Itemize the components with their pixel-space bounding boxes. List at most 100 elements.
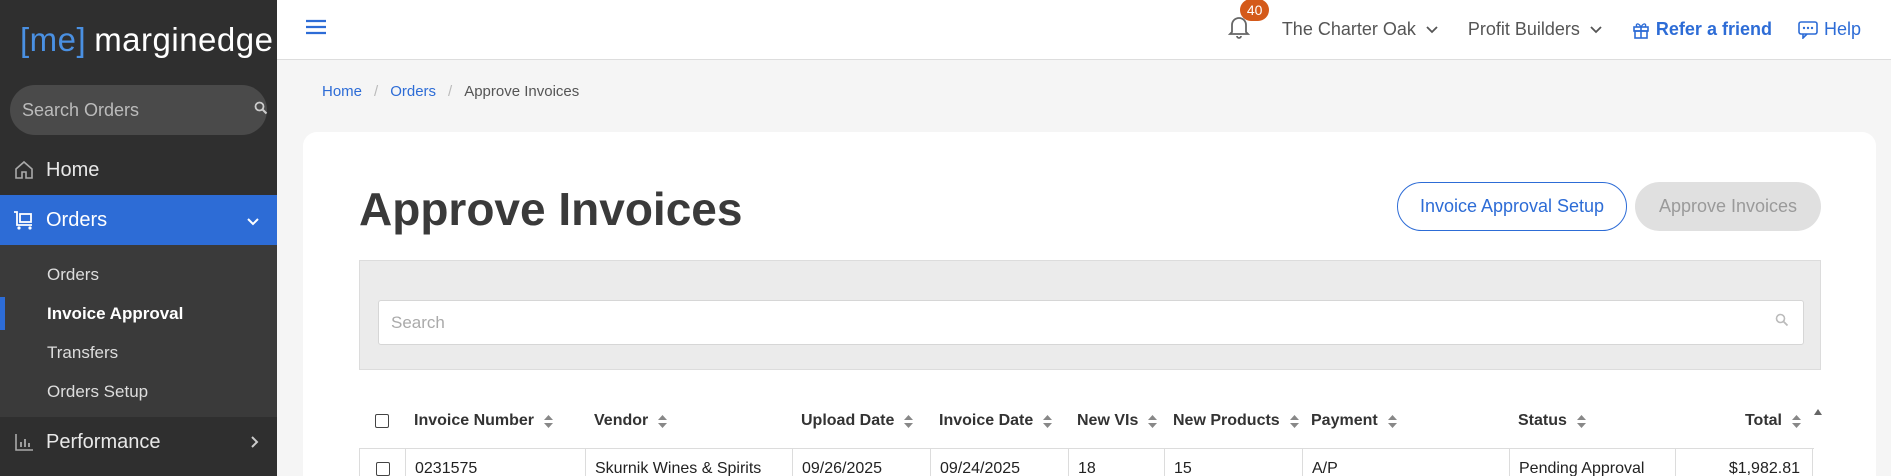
breadcrumb-separator: / — [448, 83, 453, 100]
cell-new-products: 15 — [1164, 449, 1302, 476]
refer-a-friend-link[interactable]: Refer a friend — [1632, 19, 1772, 40]
topbar-right: 40 The Charter Oak Profit Builders Refer… — [1227, 0, 1891, 59]
sort-icon[interactable] — [904, 414, 914, 428]
sidebar-search[interactable] — [10, 85, 268, 135]
sidebar-item-home[interactable]: Home — [0, 145, 277, 195]
home-icon — [12, 158, 36, 182]
filter-panel — [359, 260, 1821, 370]
invoices-table: Invoice Number Vendor Upload Date Invoic… — [359, 394, 1822, 476]
chevron-right-icon — [251, 431, 259, 454]
cell-upload-date: 09/26/2025 — [792, 449, 930, 476]
breadcrumb: Home / Orders / Approve Invoices — [322, 83, 579, 100]
invoice-approval-setup-button[interactable]: Invoice Approval Setup — [1397, 182, 1627, 231]
sidebar: [me]marginedge Home Orders Orders Invoic… — [0, 0, 277, 476]
cart-icon — [12, 208, 36, 232]
sort-icon[interactable] — [1043, 414, 1053, 428]
cell-new-vis: 18 — [1068, 449, 1164, 476]
cell-vendor: Skurnik Wines & Spirits — [585, 449, 792, 476]
sidebar-item-performance[interactable]: Performance — [0, 417, 277, 467]
row-select-cell — [359, 449, 405, 476]
header-label: Invoice Date — [939, 412, 1034, 429]
restaurant-dropdown[interactable]: The Charter Oak — [1282, 19, 1438, 40]
header-label: Invoice Number — [414, 412, 535, 429]
sort-icon[interactable] — [544, 414, 554, 428]
sort-icon[interactable] — [658, 414, 668, 428]
cell-total: $1,982.81 — [1675, 449, 1813, 476]
group-dropdown[interactable]: Profit Builders — [1468, 19, 1602, 40]
sidebar-item-orders[interactable]: Orders — [0, 195, 277, 245]
logo-name: marginedge — [94, 21, 274, 58]
help-label: Help — [1823, 19, 1861, 39]
table-row[interactable]: 0231575 Skurnik Wines & Spirits 09/26/20… — [359, 448, 1814, 476]
header-invoice-date[interactable]: Invoice Date — [930, 394, 1068, 448]
table-search-input[interactable] — [391, 312, 1775, 333]
search-icon[interactable] — [1775, 313, 1789, 332]
select-all-checkbox[interactable] — [375, 414, 389, 428]
cell-payment: A/P — [1302, 449, 1509, 476]
logo-bracket-close: ] — [76, 21, 87, 58]
restaurant-label: The Charter Oak — [1281, 19, 1416, 39]
search-icon[interactable] — [254, 101, 268, 120]
breadcrumb-home[interactable]: Home — [322, 83, 362, 100]
orders-subnav: Orders Invoice Approval Transfers Orders… — [0, 245, 277, 417]
header-label: Status — [1518, 412, 1567, 429]
subnav-item-orders-setup[interactable]: Orders Setup — [0, 372, 277, 411]
subnav-item-orders[interactable]: Orders — [0, 255, 277, 294]
header-vendor[interactable]: Vendor — [585, 394, 792, 448]
chevron-down-icon — [247, 209, 259, 232]
cell-invoice-date: 09/24/2025 — [930, 449, 1068, 476]
sort-icon[interactable] — [1387, 414, 1397, 428]
header-status[interactable]: Status — [1509, 394, 1675, 448]
logo-me: me — [29, 21, 77, 58]
main-card: Approve Invoices Invoice Approval Setup … — [303, 132, 1876, 476]
header-label: Upload Date — [801, 412, 895, 429]
gift-icon — [1633, 22, 1649, 39]
logo-bracket-open: [ — [20, 21, 30, 58]
help-link[interactable]: Help — [1798, 19, 1861, 40]
cell-invoice-number: 0231575 — [405, 449, 585, 476]
header-total[interactable]: Total — [1675, 394, 1813, 448]
header-select-cell — [359, 394, 405, 448]
subnav-item-invoice-approval[interactable]: Invoice Approval — [0, 294, 277, 333]
hamburger-menu-icon[interactable] — [305, 18, 327, 41]
header-payment[interactable]: Payment — [1302, 394, 1509, 448]
header-label: Vendor — [594, 412, 649, 429]
notifications-button[interactable]: 40 — [1227, 0, 1270, 44]
chevron-down-icon — [1426, 25, 1438, 33]
breadcrumb-current: Approve Invoices — [464, 83, 580, 100]
refer-label: Refer a friend — [1655, 19, 1772, 39]
header-new-products[interactable]: New Products — [1164, 394, 1302, 448]
header-invoice-number[interactable]: Invoice Number — [405, 394, 585, 448]
sidebar-search-input[interactable] — [22, 99, 254, 121]
sort-icon[interactable] — [1148, 414, 1158, 428]
header-label: New Products — [1173, 412, 1280, 429]
table-header: Invoice Number Vendor Upload Date Invoic… — [359, 394, 1814, 448]
page-title: Approve Invoices — [359, 183, 743, 235]
header-label: New VIs — [1077, 412, 1139, 429]
sidebar-item-label: Home — [46, 158, 100, 181]
sidebar-item-label: Performance — [46, 430, 161, 453]
breadcrumb-orders[interactable]: Orders — [390, 83, 436, 100]
header-label: Payment — [1311, 412, 1378, 429]
bar-chart-icon — [12, 430, 36, 454]
header-new-vis[interactable]: New VIs — [1068, 394, 1164, 448]
sort-icon[interactable] — [1576, 414, 1586, 428]
cell-status: Pending Approval — [1509, 449, 1675, 476]
group-label: Profit Builders — [1467, 19, 1580, 39]
approve-invoices-button[interactable]: Approve Invoices — [1635, 182, 1821, 231]
sidebar-item-label: Orders — [46, 208, 108, 231]
scroll-up-arrow-icon[interactable] — [1814, 402, 1822, 420]
sort-icon[interactable] — [1289, 414, 1299, 428]
logo[interactable]: [me] marginedge — [0, 0, 277, 80]
header-label: Total — [1744, 412, 1782, 429]
chevron-down-icon — [1590, 25, 1602, 33]
subnav-item-transfers[interactable]: Transfers — [0, 333, 277, 372]
header-upload-date[interactable]: Upload Date — [792, 394, 930, 448]
breadcrumb-separator: / — [374, 83, 379, 100]
notification-count-badge: 40 — [1239, 0, 1270, 21]
sort-icon[interactable] — [1792, 414, 1801, 428]
row-checkbox[interactable] — [375, 461, 390, 476]
top-bar: 40 The Charter Oak Profit Builders Refer… — [277, 0, 1891, 60]
help-chat-icon — [1798, 20, 1818, 39]
table-search[interactable] — [378, 300, 1804, 345]
